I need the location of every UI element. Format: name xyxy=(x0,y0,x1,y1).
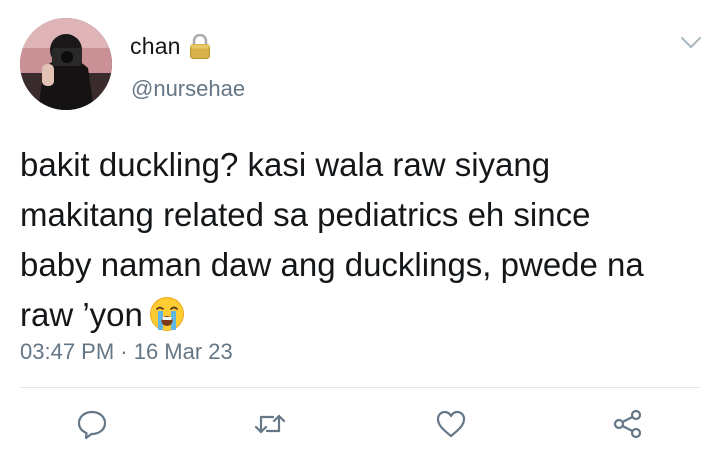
retweet-icon xyxy=(254,414,286,434)
reply-icon xyxy=(77,410,107,440)
lock-icon xyxy=(189,33,211,60)
tweet-text-line: raw ’yon xyxy=(20,296,143,333)
tweet-text-line: makitang related sa pediatrics eh since xyxy=(20,196,591,233)
tweet-text-line: bakit duckling? kasi wala raw siyang xyxy=(20,146,551,183)
like-button[interactable] xyxy=(435,408,467,440)
loudly-crying-face-icon xyxy=(149,296,185,332)
reply-button[interactable] xyxy=(76,408,108,440)
tweet-text: bakit duckling? kasi wala raw siyang mak… xyxy=(20,140,700,340)
share-button[interactable] xyxy=(612,408,644,440)
tweet-card: chan @nursehae bakit duckling? kasi wala… xyxy=(0,0,720,465)
heart-icon xyxy=(436,410,466,438)
tweet-timestamp[interactable]: 03:47 PM · 16 Mar 23 xyxy=(20,339,233,365)
chevron-down-icon[interactable] xyxy=(680,36,702,50)
display-name-row: chan xyxy=(130,33,211,60)
user-handle[interactable]: @nursehae xyxy=(131,76,245,102)
tweet-text-line: baby naman daw ang ducklings, pwede na xyxy=(20,246,644,283)
divider xyxy=(20,387,700,388)
share-icon xyxy=(613,409,642,439)
display-name[interactable]: chan xyxy=(130,33,181,60)
avatar[interactable] xyxy=(20,18,112,110)
retweet-button[interactable] xyxy=(254,408,286,440)
tweet-text-line-last: raw ’yon xyxy=(20,290,700,340)
